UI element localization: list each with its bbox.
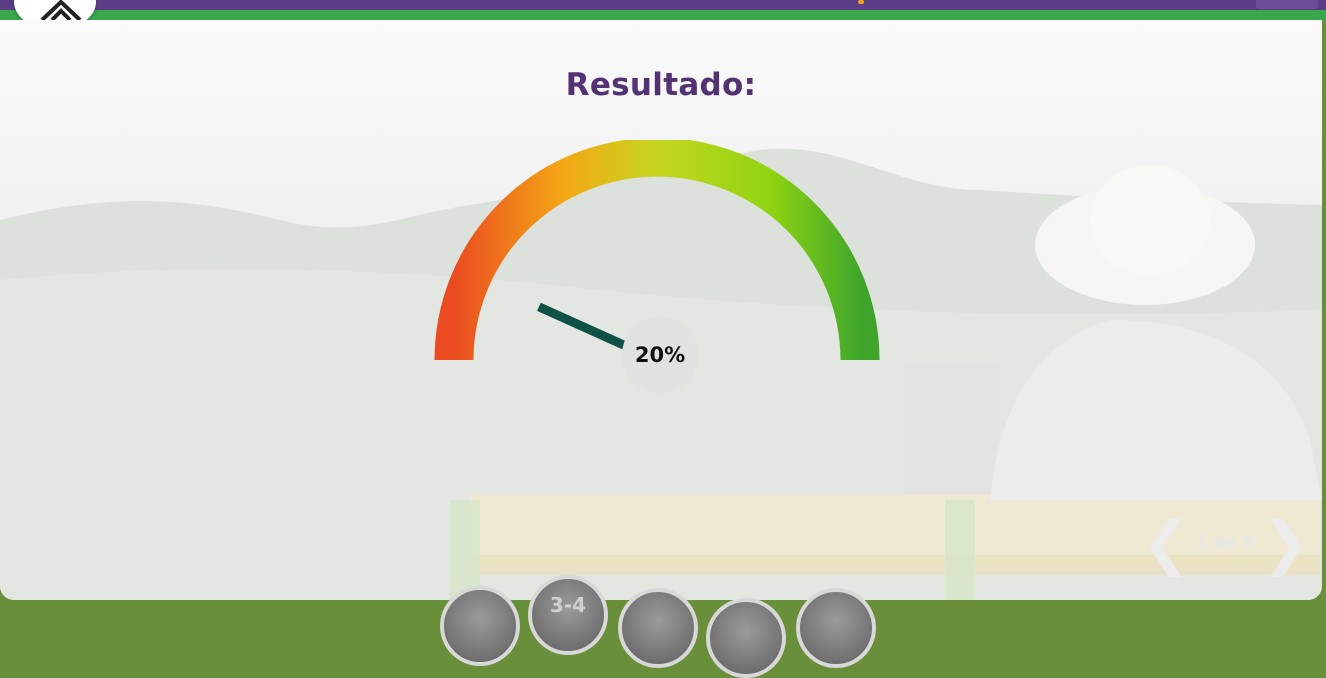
- pager: ❮ 1 de 5 ❯: [1142, 514, 1310, 572]
- chevron-right-icon[interactable]: ❯: [1261, 514, 1310, 572]
- top-bar: [0, 0, 1326, 10]
- gauge-value: 20%: [622, 317, 698, 393]
- result-panel: Resultado: 20% ❮ 1 de 5 ❯: [0, 20, 1322, 600]
- nav-button-1[interactable]: [440, 586, 520, 666]
- bottom-nav: 3-4: [0, 575, 1326, 678]
- nav-button-label: 3-4: [549, 593, 587, 617]
- chevron-left-icon[interactable]: ❮: [1142, 514, 1191, 572]
- result-title: Resultado:: [565, 67, 757, 103]
- pager-label: 1 de 5: [1196, 533, 1256, 553]
- nav-button-5[interactable]: [796, 588, 876, 668]
- nav-button-2[interactable]: 3-4: [528, 575, 608, 655]
- nav-button-3[interactable]: [618, 588, 698, 668]
- top-green-strip: [0, 10, 1326, 20]
- top-right-tab[interactable]: [1256, 0, 1318, 9]
- top-indicator: [858, 0, 864, 4]
- up-chevrons-icon: [40, 0, 82, 22]
- nav-button-4[interactable]: [706, 598, 786, 678]
